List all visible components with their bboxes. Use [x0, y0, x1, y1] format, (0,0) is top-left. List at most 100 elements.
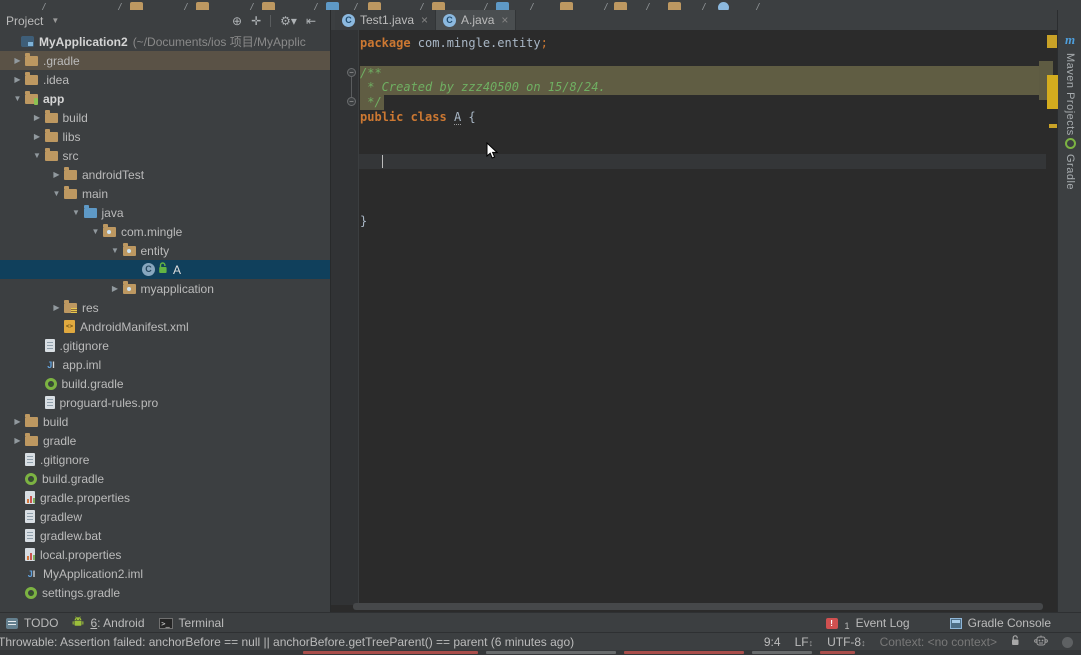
tree-item-label: gradle.properties [40, 491, 130, 505]
tool-window-button-todo[interactable]: TODO [6, 616, 58, 630]
run-context[interactable]: Context: <no context> [880, 635, 997, 649]
tree-item-label: .gitignore [40, 453, 89, 467]
folder-icon [25, 75, 38, 85]
tree-row-main[interactable]: ▼main [0, 184, 330, 203]
tree-toggle-arrow[interactable]: ▶ [10, 56, 25, 65]
tree-toggle-arrow[interactable]: ▼ [108, 246, 123, 255]
tree-toggle-arrow[interactable]: ▶ [30, 113, 45, 122]
tree-item-label: src [63, 149, 79, 163]
locate-icon[interactable]: ⊕ [232, 14, 242, 28]
code-layers[interactable]: package com.mingle.entity; /** * Created… [331, 30, 1046, 605]
tool-window-button-event-log[interactable]: !1Event Log [826, 616, 910, 630]
tool-window-button-gradle-console[interactable]: Gradle Console [950, 616, 1051, 630]
tool-window-button-gradle[interactable]: Gradle [1058, 138, 1081, 190]
terminal-icon: >_ [159, 618, 173, 629]
tree-row-proguard-rules-pro[interactable]: proguard-rules.pro [0, 393, 330, 412]
tree-toggle-arrow[interactable]: ▼ [69, 208, 84, 217]
tree-toggle-arrow[interactable]: ▶ [49, 170, 64, 179]
code-line: package com.mingle.entity; [360, 36, 606, 51]
tree-row-local-properties[interactable]: local.properties [0, 545, 330, 564]
tree-toggle-arrow[interactable]: ▶ [30, 132, 45, 141]
tree-row-gradlew-bat[interactable]: gradlew.bat [0, 526, 330, 545]
tree-row-app[interactable]: ▼app [0, 89, 330, 108]
tree-row-myapplication2-iml[interactable]: JI MyApplication2.iml [0, 564, 330, 583]
code-text[interactable]: package com.mingle.entity; /** * Created… [360, 36, 606, 228]
tree-row-build[interactable]: ▶build [0, 108, 330, 127]
tree-row-java[interactable]: ▼java [0, 203, 330, 222]
write-lock-icon[interactable] [1011, 635, 1020, 649]
stripe-marker[interactable] [1047, 75, 1058, 109]
tree-row-a[interactable]: CA [0, 260, 330, 279]
project-horizontal-scrollbar[interactable] [0, 599, 160, 606]
tree-row-androidmanifest-xml[interactable]: <>AndroidManifest.xml [0, 317, 330, 336]
code-line: /** [360, 66, 606, 81]
tree-toggle-arrow[interactable]: ▶ [49, 303, 64, 312]
tool-window-button-terminal[interactable]: >_ Terminal [159, 616, 224, 630]
tab-close-icon[interactable]: × [421, 13, 428, 27]
tree-row-entity[interactable]: ▼entity [0, 241, 330, 260]
encoding-selector[interactable]: UTF-8↕ [827, 635, 866, 649]
tree-toggle-arrow[interactable]: ▶ [10, 436, 25, 445]
tree-toggle-arrow[interactable]: ▶ [10, 75, 25, 84]
tree-item-label: build [43, 415, 68, 429]
tree-toggle-arrow[interactable]: ▶ [108, 284, 123, 293]
line-separator-selector[interactable]: LF↕ [795, 635, 814, 649]
tree-row-build-gradle[interactable]: build.gradle [0, 374, 330, 393]
editor-tab-a-java[interactable]: CA.java× [436, 10, 516, 30]
collapse-all-icon[interactable]: ✛ [251, 14, 261, 28]
tree-toggle-arrow[interactable]: ▼ [30, 151, 45, 160]
stripe-marker[interactable] [1047, 35, 1057, 48]
package-icon [103, 227, 116, 237]
tree-row-build-gradle[interactable]: build.gradle [0, 469, 330, 488]
stripe-marker[interactable] [1049, 124, 1057, 128]
tree-row--idea[interactable]: ▶ .idea [0, 70, 330, 89]
tab-label: Test1.java [360, 13, 414, 27]
chevron-down-icon[interactable]: ▼ [51, 16, 59, 25]
tool-window-button-label: Gradle [1064, 154, 1076, 190]
code-line [360, 51, 606, 66]
tree-row-androidtest[interactable]: ▶androidTest [0, 165, 330, 184]
tree-row--gitignore[interactable]: .gitignore [0, 450, 330, 469]
hector-inspector-icon[interactable] [1034, 635, 1048, 650]
button-label: Terminal [179, 616, 224, 630]
project-panel-header: Project ▼ ⊕✛⚙▾⇤ [0, 10, 330, 31]
tree-row-com-mingle[interactable]: ▼com.mingle [0, 222, 330, 241]
tree-row-app-iml[interactable]: JIapp.iml [0, 355, 330, 374]
tree-item-label: gradle [43, 434, 76, 448]
tree-row-gradle-properties[interactable]: gradle.properties [0, 488, 330, 507]
inspection-status-circle[interactable] [1062, 637, 1073, 648]
caret-position[interactable]: 9:4 [764, 635, 781, 649]
tree-row--gradle[interactable]: ▶.gradle [0, 51, 330, 70]
tree-row-res[interactable]: ▶res [0, 298, 330, 317]
tree-row-src[interactable]: ▼ src [0, 146, 330, 165]
editor-tab-test1-java[interactable]: CTest1.java× [335, 10, 436, 30]
project-icon [21, 36, 34, 47]
tree-item-label: .gitignore [60, 339, 109, 353]
tree-item-label: MyApplication2.iml [43, 567, 143, 581]
tree-row-settings-gradle[interactable]: settings.gradle [0, 583, 330, 600]
folder-icon [45, 132, 58, 142]
iml-icon: JI [25, 568, 38, 580]
settings-gear-icon[interactable]: ⚙▾ [280, 14, 297, 28]
tool-window-button-6-android[interactable]: 6: Android [72, 615, 144, 631]
tree-toggle-arrow[interactable]: ▼ [88, 227, 103, 236]
fold-marker-icon[interactable]: − [347, 68, 356, 77]
tree-toggle-arrow[interactable]: ▼ [10, 94, 25, 103]
tree-item-label: .idea [43, 73, 69, 87]
tree-row-build[interactable]: ▶ build [0, 412, 330, 431]
tree-toggle-arrow[interactable]: ▼ [49, 189, 64, 198]
hide-panel-icon[interactable]: ⇤ [306, 14, 316, 28]
editor-horizontal-scrollbar[interactable] [353, 603, 1043, 610]
tree-row-gradle[interactable]: ▶ gradle [0, 431, 330, 450]
tree-row-libs[interactable]: ▶libs [0, 127, 330, 146]
mouse-cursor [486, 142, 498, 165]
tab-close-icon[interactable]: × [501, 13, 508, 27]
tree-row--gitignore[interactable]: .gitignore [0, 336, 330, 355]
package-icon [123, 284, 136, 294]
tree-toggle-arrow[interactable]: ▶ [10, 417, 25, 426]
tool-window-button-maven-projects[interactable]: mMaven Projects [1058, 32, 1081, 136]
tree-row-myapplication2[interactable]: MyApplication2(~/Documents/ios 项目/MyAppl… [0, 32, 330, 51]
tree-row-gradlew[interactable]: gradlew [0, 507, 330, 526]
tree-item-label: myapplication [141, 282, 214, 296]
tree-row-myapplication[interactable]: ▶ myapplication [0, 279, 330, 298]
